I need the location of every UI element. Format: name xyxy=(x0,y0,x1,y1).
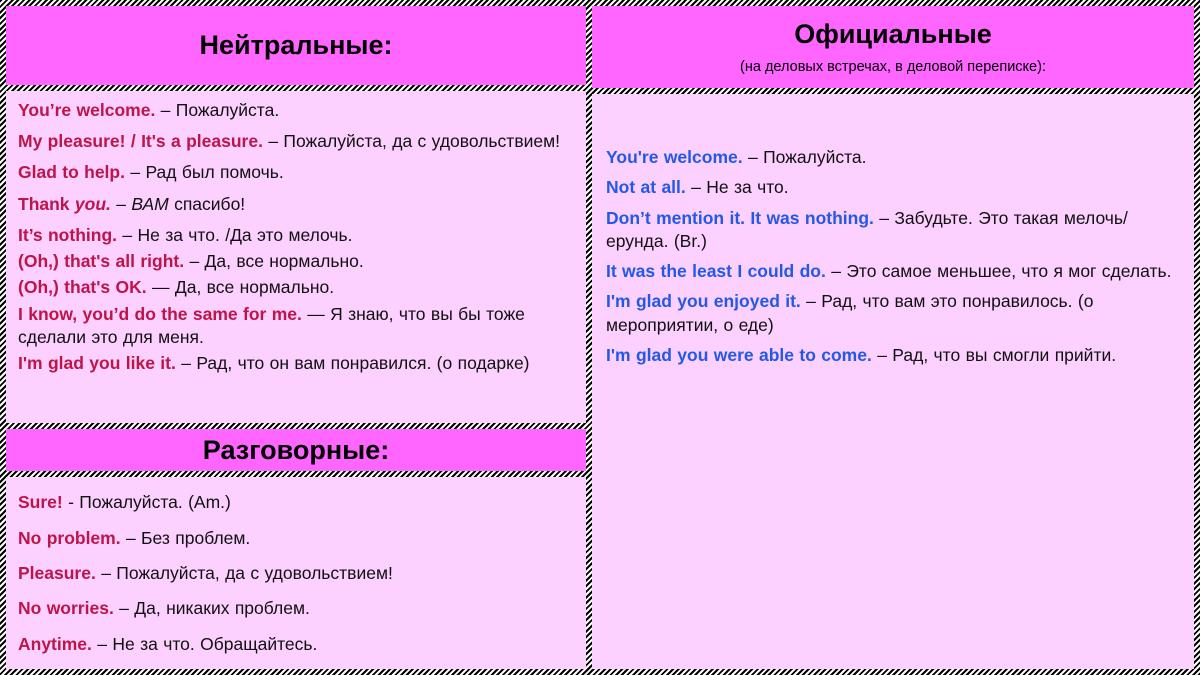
official-header-title: Официальные xyxy=(794,19,992,49)
russian-translation: – Да, все нормально. xyxy=(184,251,364,272)
english-phrase: (Oh,) that's all right. xyxy=(18,251,185,272)
russian-translation: – Это самое меньшее, что я мог сделать. xyxy=(825,261,1172,282)
right-column: Официальные (на деловых встречах, в дело… xyxy=(592,6,1194,669)
phrase-row: Pleasure. – Пожалуйста, да с удовольстви… xyxy=(18,562,576,585)
english-phrase: I'm glad you were able to come. xyxy=(606,344,872,365)
english-phrase: It was the least I could do. xyxy=(606,261,826,282)
russian-translation: – Пожалуйста, да с удовольствием! xyxy=(262,131,561,152)
russian-translation: – Да, никаких проблем. xyxy=(113,598,310,619)
phrase-row: It’s nothing. – Не за что. /Да это мелоч… xyxy=(18,224,576,247)
phrase-row: My pleasure! / It's a pleasure. – Пожалу… xyxy=(18,130,576,153)
left-column: Нейтральные: You’re welcome. – Пожалуйст… xyxy=(6,6,586,669)
phrase-row: No problem. – Без проблем. xyxy=(18,527,576,550)
russian-translation: – Не за что. /Да это мелочь. xyxy=(117,224,353,245)
two-column-grid: Нейтральные: You’re welcome. – Пожалуйст… xyxy=(6,6,1194,669)
phrase-row: I'm glad you were able to come. – Рад, ч… xyxy=(606,344,1180,367)
phrase-row: Anytime. – Не за что. Обращайтесь. xyxy=(18,633,576,656)
official-phrase-list: You're welcome. – Пожалуйста. Not at all… xyxy=(592,94,1194,669)
phrase-row: Sure! - Пожалуйста. (Am.) xyxy=(18,491,576,514)
russian-translation: - Пожалуйста. (Am.) xyxy=(62,492,231,513)
russian-translation: – Пожалуйста, да с удовольствием! xyxy=(95,563,393,583)
english-phrase: You’re welcome. xyxy=(18,99,156,120)
phrase-row: You’re welcome. – Пожалуйста. xyxy=(18,99,576,122)
english-phrase: No problem. xyxy=(18,527,121,548)
english-phrase-emphasis: you. xyxy=(74,193,111,214)
phrase-row: Glad to help. – Рад был помочь. xyxy=(18,161,576,184)
english-phrase: Pleasure. xyxy=(18,563,96,583)
russian-translation: – Без проблем. xyxy=(120,527,251,548)
phrase-row: Not at all. – Не за что. xyxy=(606,176,1180,199)
russian-translation: – Рад, что вы смогли прийти. xyxy=(871,344,1117,365)
phrase-row: (Oh,) that's OK. — Да, все нормально. xyxy=(18,276,576,299)
english-phrase: I'm glad you like it. xyxy=(18,353,176,374)
phrase-row: No worries. – Да, никаких проблем. xyxy=(18,597,576,620)
official-header-subtitle: (на деловых встречах, в деловой переписк… xyxy=(740,59,1046,76)
colloquial-phrase-list: Sure! - Пожалуйста. (Am.) No problem. – … xyxy=(6,477,586,669)
russian-translation: – Рад, что он вам понравился. (о подарке… xyxy=(175,353,530,374)
english-phrase: Not at all. xyxy=(606,177,686,198)
phrase-row: It was the least I could do. – Это самое… xyxy=(606,260,1180,283)
russian-translation: – Пожалуйста. xyxy=(742,147,867,167)
russian-translation: — Да, все нормально. xyxy=(146,277,335,298)
english-phrase: I know, you’d do the same for me. xyxy=(18,303,302,324)
phrase-row: I know, you’d do the same for me. — Я зн… xyxy=(18,303,576,350)
official-header-banner: Официальные (на деловых встречах, в дело… xyxy=(592,6,1194,88)
english-phrase: Glad to help. xyxy=(18,162,125,183)
phrase-row: Don’t mention it. It was nothing. – Забу… xyxy=(606,207,1180,254)
russian-translation: – xyxy=(110,193,132,214)
russian-emphasis: ВАМ xyxy=(131,193,169,214)
phrase-row: You're welcome. – Пожалуйста. xyxy=(606,146,1180,169)
colloquial-header-title: Разговорные: xyxy=(202,434,390,465)
phrase-row: Thank you. – ВАМ спасибо! xyxy=(18,193,576,216)
phrase-row: I'm glad you like it. – Рад, что он вам … xyxy=(18,352,576,375)
russian-translation-tail: спасибо! xyxy=(168,193,246,214)
english-phrase: Thank xyxy=(18,193,75,214)
neutral-phrase-list: You’re welcome. – Пожалуйста. My pleasur… xyxy=(6,90,586,424)
phrase-row: (Oh,) that's all right. – Да, все нормал… xyxy=(18,250,576,273)
russian-translation: – Не за что. Обращайтесь. xyxy=(91,633,318,654)
neutral-header-title: Нейтральные: xyxy=(199,29,393,60)
phrase-row: I'm glad you enjoyed it. – Рад, что вам … xyxy=(606,290,1180,337)
slide-root: Нейтральные: You’re welcome. – Пожалуйст… xyxy=(0,0,1200,675)
english-phrase: Anytime. xyxy=(18,633,92,654)
neutral-header-banner: Нейтральные: xyxy=(6,6,586,85)
english-phrase: Don’t mention it. It was nothing. xyxy=(606,207,874,228)
top-spacer xyxy=(606,104,1180,146)
english-phrase: Sure! xyxy=(18,492,63,513)
english-phrase: It’s nothing. xyxy=(18,224,117,245)
english-phrase: No worries. xyxy=(18,598,114,619)
english-phrase: My pleasure! / It's a pleasure. xyxy=(18,131,263,152)
russian-translation: – Рад был помочь. xyxy=(124,162,284,183)
english-phrase: I'm glad you enjoyed it. xyxy=(606,291,801,312)
colloquial-header-banner: Разговорные: xyxy=(6,429,586,472)
russian-translation: – Пожалуйста. xyxy=(155,99,280,120)
english-phrase: (Oh,) that's OK. xyxy=(18,277,147,298)
russian-translation: – Не за что. xyxy=(685,177,789,198)
english-phrase: You're welcome. xyxy=(606,147,743,167)
